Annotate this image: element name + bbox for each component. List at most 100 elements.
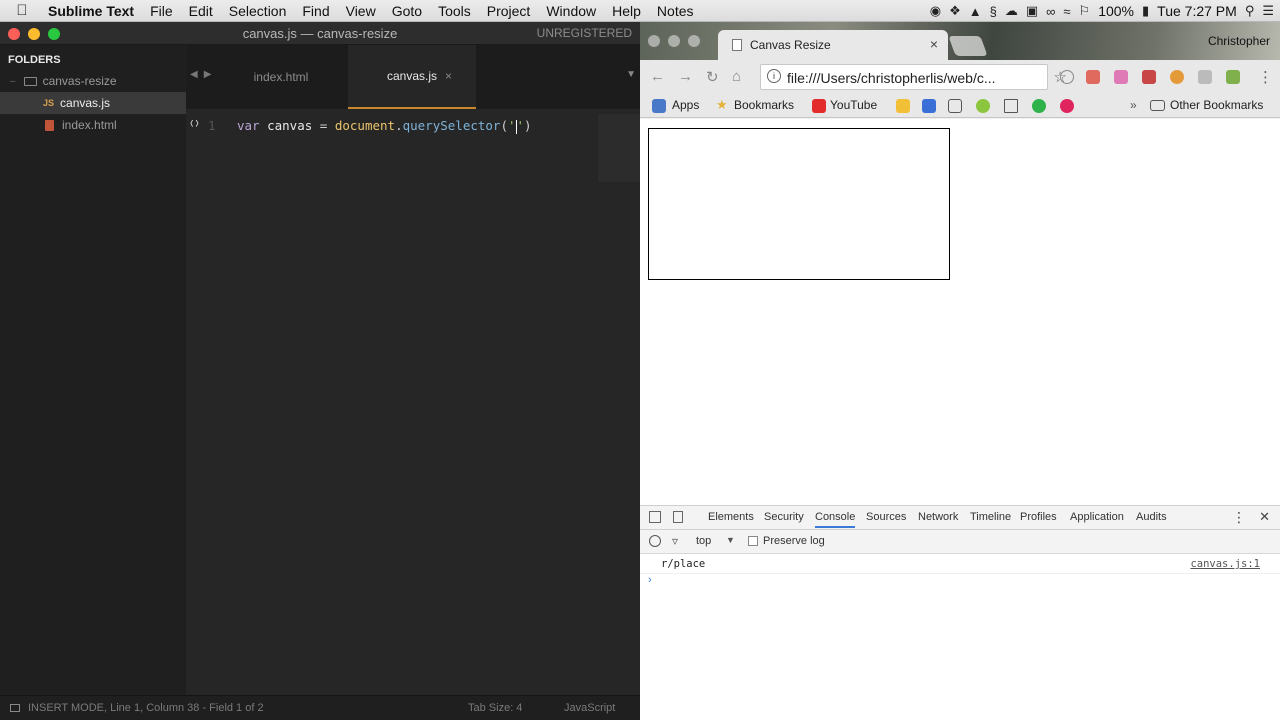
drive-icon[interactable]: ▲ bbox=[969, 4, 982, 19]
bookmark-bookmarks[interactable]: Bookmarks bbox=[734, 98, 794, 112]
leaf-icon[interactable] bbox=[976, 99, 990, 113]
wifi-icon[interactable]: ≈ bbox=[1063, 4, 1070, 19]
bookmark-apps[interactable]: Apps bbox=[672, 98, 699, 112]
console-prompt[interactable]: › bbox=[648, 574, 652, 586]
tab-size-selector[interactable]: Tab Size: 4 bbox=[468, 702, 522, 714]
menu-goto[interactable]: Goto bbox=[384, 3, 430, 19]
back-icon[interactable]: ← bbox=[650, 68, 665, 85]
new-tab-button[interactable] bbox=[948, 36, 988, 56]
browser-tab-canvas-resize[interactable]: Canvas Resize × bbox=[718, 30, 948, 60]
minimize-window-button[interactable] bbox=[668, 35, 680, 47]
tab-elements[interactable]: Elements bbox=[708, 511, 754, 523]
minimap[interactable] bbox=[598, 114, 640, 182]
pocket-icon[interactable] bbox=[1060, 99, 1074, 113]
tab-dropdown-icon[interactable]: ▼ bbox=[626, 69, 636, 80]
sidebar: FOLDERS – canvas-resize JS canvas.js ind… bbox=[0, 45, 186, 695]
close-tab-icon[interactable]: × bbox=[445, 69, 452, 83]
menu-app-name[interactable]: Sublime Text bbox=[44, 3, 142, 19]
menu-selection[interactable]: Selection bbox=[221, 3, 295, 19]
menu-edit[interactable]: Edit bbox=[181, 3, 221, 19]
menu-project[interactable]: Project bbox=[479, 3, 539, 19]
syntax-selector[interactable]: JavaScript bbox=[564, 702, 615, 714]
sublime-titlebar: canvas.js — canvas-resize UNREGISTERED bbox=[0, 22, 640, 45]
code-text[interactable]: var canvas = document.querySelector('') bbox=[237, 118, 532, 134]
extension-diamond-icon[interactable] bbox=[1198, 70, 1212, 84]
extension-bw-icon[interactable] bbox=[1226, 70, 1240, 84]
device-toolbar-icon[interactable] bbox=[673, 511, 683, 523]
extension-grid-icon[interactable] bbox=[1086, 70, 1100, 84]
menu-notes[interactable]: Notes bbox=[649, 3, 702, 19]
sidebar-item-index-html[interactable]: index.html bbox=[0, 114, 186, 136]
evernote-icon[interactable] bbox=[1032, 99, 1046, 113]
collapse-icon[interactable]: – bbox=[10, 76, 16, 87]
tab-security[interactable]: Security bbox=[764, 511, 804, 523]
bookmark-youtube[interactable]: YouTube bbox=[830, 98, 877, 112]
code-editor[interactable]: ❬❭ 1 var canvas = document.querySelector… bbox=[186, 109, 640, 695]
close-window-button[interactable] bbox=[648, 35, 660, 47]
ublock-icon[interactable] bbox=[1142, 70, 1156, 84]
battery-icon[interactable]: ▮ bbox=[1142, 3, 1149, 19]
drive-icon[interactable] bbox=[896, 99, 910, 113]
reload-icon[interactable]: ↻ bbox=[706, 68, 719, 86]
tab-sources[interactable]: Sources bbox=[866, 511, 906, 523]
menu-window[interactable]: Window bbox=[538, 3, 604, 19]
devtools-close-icon[interactable]: ✕ bbox=[1259, 509, 1270, 525]
tab-application[interactable]: Application bbox=[1070, 511, 1124, 523]
close-tab-icon[interactable]: × bbox=[930, 36, 938, 52]
menu-help[interactable]: Help bbox=[604, 3, 649, 19]
glasses-icon[interactable]: ∞ bbox=[1046, 4, 1055, 19]
panel-toggle-icon[interactable] bbox=[10, 704, 20, 713]
spotlight-search-icon[interactable]: ⚲ bbox=[1245, 3, 1255, 19]
sidebar-folder-canvas-resize[interactable]: – canvas-resize bbox=[0, 70, 186, 92]
menu-find[interactable]: Find bbox=[294, 3, 337, 19]
tab-network[interactable]: Network bbox=[918, 511, 958, 523]
inspect-element-icon[interactable] bbox=[649, 511, 661, 523]
clock[interactable]: Tue 7:27 PM bbox=[1157, 3, 1237, 19]
profile-button[interactable]: Christopher bbox=[1208, 34, 1270, 48]
context-dropdown-icon[interactable]: ▼ bbox=[726, 535, 735, 545]
chrome-menu-icon[interactable]: ⋮ bbox=[1258, 68, 1273, 86]
codepen-icon[interactable] bbox=[948, 99, 962, 113]
cloud-icon[interactable]: ☁ bbox=[1005, 3, 1018, 19]
tab-index-html[interactable]: index.html bbox=[214, 45, 348, 109]
extension-circle-icon[interactable] bbox=[1170, 70, 1184, 84]
home-icon[interactable]: ⌂ bbox=[732, 68, 741, 85]
filter-icon[interactable]: ▿ bbox=[672, 534, 678, 548]
menu-file[interactable]: File bbox=[142, 3, 181, 19]
shield-icon[interactable]: ▣ bbox=[1026, 3, 1038, 19]
code-line[interactable]: ❬❭ 1 var canvas = document.querySelector… bbox=[186, 118, 596, 136]
record-icon[interactable]: ◉ bbox=[930, 3, 941, 19]
tab-timeline[interactable]: Timeline bbox=[970, 511, 1011, 523]
tab-profiles[interactable]: Profiles bbox=[1020, 511, 1057, 523]
browser-tab-title: Canvas Resize bbox=[750, 38, 831, 52]
notification-center-icon[interactable]: ☰ bbox=[1262, 3, 1274, 19]
address-bar[interactable]: i file:///Users/christopherlis/web/c... … bbox=[760, 64, 1067, 90]
apple-menu-icon[interactable]:  bbox=[0, 2, 44, 19]
site-info-icon[interactable]: i bbox=[767, 69, 781, 83]
context-selector[interactable]: top bbox=[696, 535, 711, 547]
extension-history-icon[interactable] bbox=[1060, 70, 1074, 84]
console-source-link[interactable]: canvas.js:1 bbox=[1190, 558, 1260, 570]
tab-console[interactable]: Console bbox=[815, 511, 856, 528]
preserve-log-checkbox[interactable] bbox=[748, 536, 758, 546]
devtools-panel: Elements Security Console Sources Networ… bbox=[640, 505, 1280, 720]
canvas-element[interactable] bbox=[648, 128, 950, 280]
zoom-window-button[interactable] bbox=[688, 35, 700, 47]
more-bookmarks-icon[interactable]: » bbox=[1130, 98, 1137, 112]
menu-tools[interactable]: Tools bbox=[430, 3, 479, 19]
flag-icon[interactable]: ⚐ bbox=[1079, 3, 1091, 19]
web-page-viewport[interactable] bbox=[640, 119, 1280, 505]
menu-view[interactable]: View bbox=[338, 3, 384, 19]
docs-icon[interactable] bbox=[922, 99, 936, 113]
scrivener-icon[interactable]: § bbox=[990, 4, 997, 19]
sidebar-item-canvas-js[interactable]: JS canvas.js bbox=[0, 92, 186, 114]
extension-pinwheel-icon[interactable] bbox=[1114, 70, 1128, 84]
play-icon[interactable] bbox=[1004, 99, 1018, 113]
devtools-menu-icon[interactable]: ⋮ bbox=[1232, 509, 1246, 526]
clear-console-icon[interactable] bbox=[649, 535, 661, 547]
tab-audits[interactable]: Audits bbox=[1136, 511, 1167, 523]
forward-icon[interactable]: → bbox=[678, 68, 693, 85]
tab-canvas-js[interactable]: canvas.js × bbox=[348, 45, 476, 109]
dropbox-icon[interactable]: ❖ bbox=[949, 3, 961, 19]
bookmark-other[interactable]: Other Bookmarks bbox=[1170, 98, 1263, 112]
